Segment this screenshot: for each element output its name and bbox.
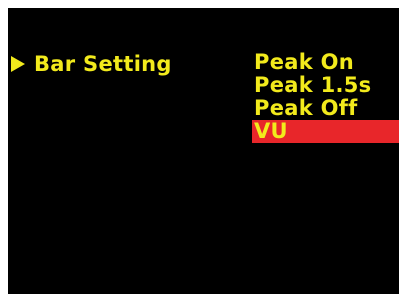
- options-list: Peak On Peak 1.5s Peak Off VU: [252, 51, 399, 143]
- triangle-right-icon: [11, 56, 25, 72]
- display-screen: Bar Setting Peak On Peak 1.5s Peak Off V…: [8, 8, 399, 294]
- option-vu[interactable]: VU: [252, 120, 399, 143]
- menu-item-bar-setting[interactable]: Bar Setting: [9, 50, 172, 78]
- option-peak-on[interactable]: Peak On: [252, 51, 399, 74]
- option-peak-off[interactable]: Peak Off: [252, 97, 399, 120]
- option-peak-1-5s[interactable]: Peak 1.5s: [252, 74, 399, 97]
- menu-heading-label: Bar Setting: [34, 52, 172, 76]
